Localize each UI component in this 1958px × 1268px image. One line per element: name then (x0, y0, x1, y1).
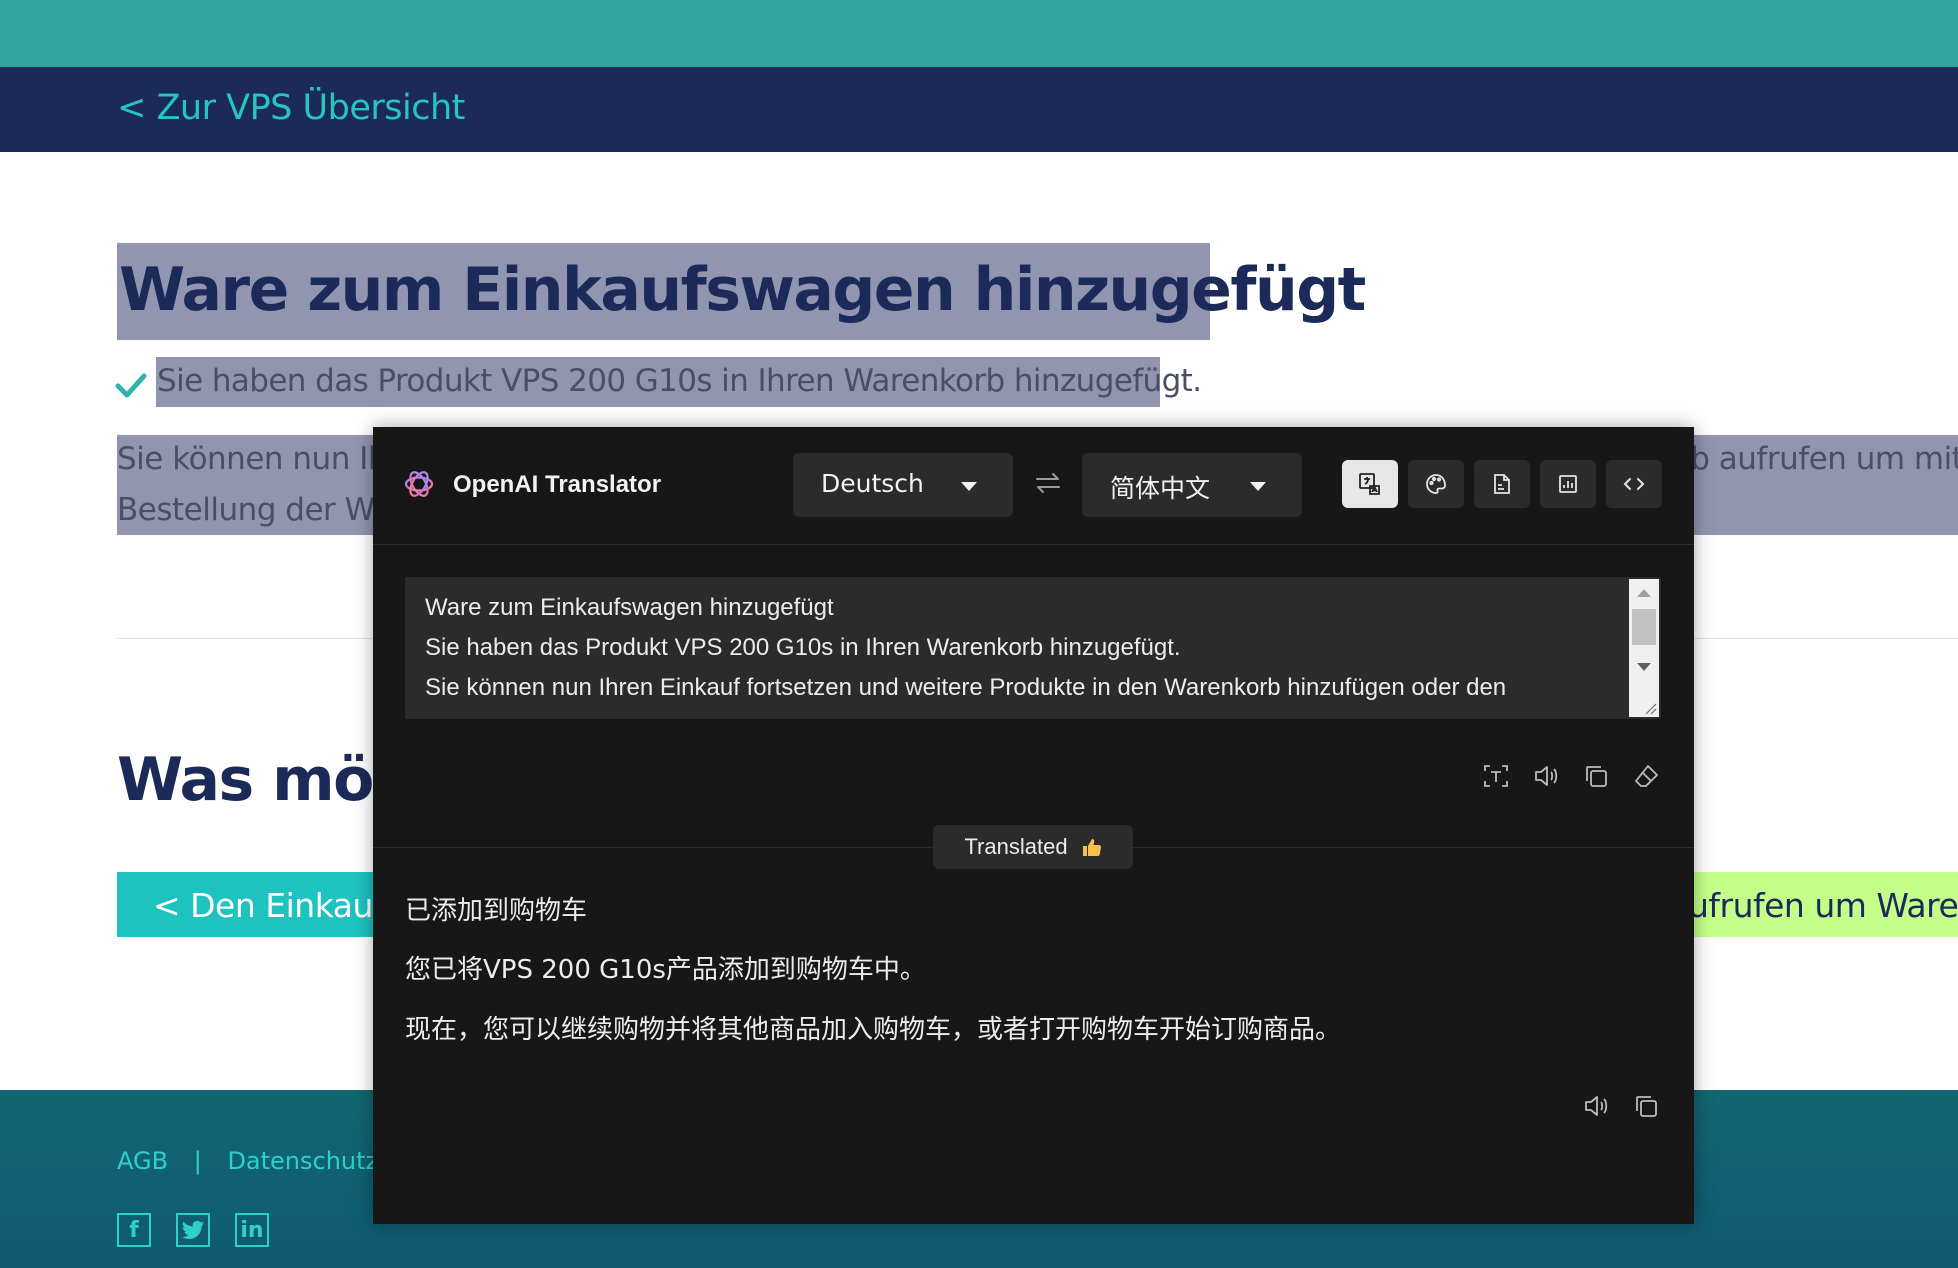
chevron-down-icon (961, 482, 977, 491)
translator-brand-name: OpenAI Translator (453, 471, 662, 498)
translation-status-badge: Translated (933, 825, 1133, 869)
target-language-select[interactable]: 简体中文 (1082, 453, 1302, 517)
translator-popup: OpenAI Translator Deutsch 简体中文 Ware zum … (373, 427, 1694, 1224)
palette-icon (1426, 474, 1446, 494)
copy-icon[interactable] (1582, 762, 1610, 790)
question-heading: Was möc (117, 745, 408, 815)
scroll-down-arrow-icon[interactable] (1637, 663, 1651, 671)
translate-mode-icon (1359, 473, 1380, 495)
openai-logo-icon (404, 471, 434, 497)
source-text-input[interactable]: Ware zum Einkaufswagen hinzugefügt Sie h… (405, 577, 1661, 719)
resize-grip-icon[interactable] (1643, 701, 1657, 715)
checkmark-icon (115, 373, 147, 398)
translator-header: OpenAI Translator Deutsch 简体中文 (373, 427, 1694, 545)
continue-shopping-button[interactable]: < Den Einkauf fo (117, 872, 397, 937)
facebook-icon[interactable]: f (117, 1213, 151, 1247)
top-color-strip (0, 0, 1958, 67)
source-language-select[interactable]: Deutsch (793, 453, 1013, 517)
info-paragraph-line1-end: rb aufrufen um mit (1678, 441, 1958, 477)
source-language-value: Deutsch (821, 469, 924, 498)
eraser-icon[interactable] (1632, 762, 1660, 790)
summarize-mode-button[interactable] (1474, 460, 1530, 508)
source-text-line: Ware zum Einkaufswagen hinzugefügt (425, 594, 834, 621)
translate-mode-button[interactable] (1342, 460, 1398, 508)
translated-text-line: 现在，您可以继续购物并将其他商品加入购物车，或者打开购物车开始订购商品。 (405, 1015, 1342, 1045)
speaker-icon[interactable] (1582, 1092, 1610, 1120)
info-paragraph-line1: Sie können nun Ih (117, 441, 388, 477)
back-to-vps-overview-link[interactable]: < Zur VPS Übersicht (117, 88, 465, 128)
translated-text-line: 已添加到购物车 (405, 896, 588, 926)
code-icon (1623, 478, 1645, 490)
input-scrollbar[interactable] (1629, 579, 1659, 717)
chart-icon (1559, 475, 1577, 493)
swap-languages-icon[interactable] (1033, 471, 1063, 495)
translated-text-line: 您已将VPS 200 G10s产品添加到购物车中。 (405, 955, 926, 985)
scroll-up-arrow-icon[interactable] (1637, 589, 1651, 597)
linkedin-icon[interactable]: in (235, 1213, 269, 1247)
scrollbar-thumb[interactable] (1632, 609, 1656, 645)
ocr-screenshot-icon[interactable] (1482, 762, 1510, 790)
page-title: Ware zum Einkaufswagen hinzugefügt (119, 255, 1366, 325)
twitter-icon[interactable] (176, 1213, 210, 1247)
target-language-value: 简体中文 (1110, 474, 1211, 503)
analyze-mode-button[interactable] (1540, 460, 1596, 508)
info-paragraph-line2: Bestellung der Wa (117, 492, 392, 528)
footer-separator: | (193, 1147, 202, 1175)
chevron-down-icon (1250, 482, 1266, 491)
source-text-line: Sie können nun Ihren Einkauf fortsetzen … (425, 674, 1507, 701)
added-to-cart-message: Sie haben das Produkt VPS 200 G10s in Ih… (157, 363, 1202, 399)
document-icon (1494, 474, 1510, 494)
thumbs-up-icon (1082, 839, 1101, 857)
footer-link-agb[interactable]: AGB (117, 1147, 168, 1175)
polish-mode-button[interactable] (1408, 460, 1464, 508)
speaker-icon[interactable] (1532, 762, 1560, 790)
status-text: Translated (964, 834, 1068, 859)
copy-icon[interactable] (1632, 1092, 1660, 1120)
code-mode-button[interactable] (1606, 460, 1662, 508)
open-cart-button[interactable]: ufrufen um Ware zu (1660, 872, 1958, 937)
footer-link-datenschutz[interactable]: Datenschutz (227, 1147, 378, 1175)
source-text-line: Sie haben das Produkt VPS 200 G10s in Ih… (425, 634, 1181, 661)
